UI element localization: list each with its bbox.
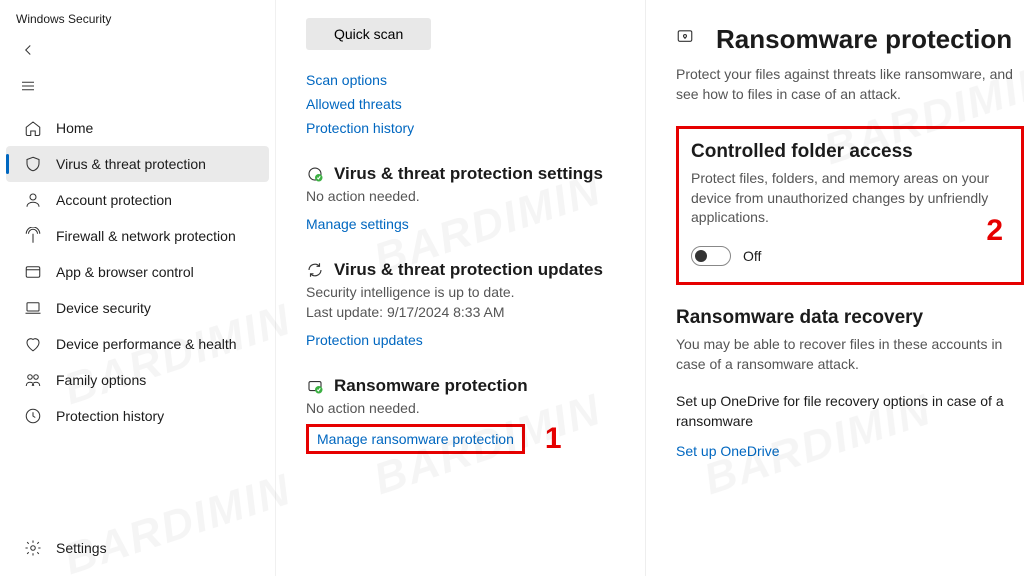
page-title: Ransomware protection [716,24,1012,55]
arrow-left-icon [19,41,37,59]
vtp-settings-heading: Virus & threat protection settings [306,164,615,184]
sidebar-item-settings[interactable]: Settings [6,530,269,566]
right-panel: Ransomware protection Protect your files… [645,0,1024,576]
page-header: Ransomware protection [676,24,1024,55]
recovery-title: Ransomware data recovery [676,307,1024,329]
sidebar-item-label: Home [56,120,93,136]
quick-scan-button[interactable]: Quick scan [306,18,431,50]
annotation-number-1: 1 [545,422,562,456]
sidebar-item-label: Family options [56,372,146,388]
manage-ransomware-link[interactable]: Manage ransomware protection [317,431,514,447]
back-button[interactable] [10,32,46,68]
person-icon [24,191,42,209]
app-icon [24,263,42,281]
scan-options-link[interactable]: Scan options [306,72,615,88]
sidebar-item-label: Account protection [56,192,172,208]
ransomware-subtext: No action needed. [306,400,615,416]
sidebar-item-account[interactable]: Account protection [6,182,269,218]
shield-icon [24,155,42,173]
sidebar-item-label: Settings [56,540,107,556]
allowed-threats-link[interactable]: Allowed threats [306,96,615,112]
recovery-section: Ransomware data recovery You may be able… [676,307,1024,459]
updates-subtext1: Security intelligence is up to date. [306,284,615,300]
manage-settings-link[interactable]: Manage settings [306,216,615,232]
sidebar-item-virus-threat[interactable]: Virus & threat protection [6,146,269,182]
ransomware-icon [306,377,324,395]
heart-icon [24,335,42,353]
sidebar-item-home[interactable]: Home [6,110,269,146]
recovery-description: You may be able to recover files in thes… [676,335,1024,374]
antenna-icon [24,227,42,245]
setup-onedrive-link[interactable]: Set up OneDrive [676,443,1024,459]
center-panel: Quick scan Scan options Allowed threats … [275,0,645,576]
cfa-title: Controlled folder access [691,141,1003,163]
sidebar-item-label: Protection history [56,408,164,424]
sidebar-item-device-security[interactable]: Device security [6,290,269,326]
ransomware-heading: Ransomware protection [306,376,615,396]
home-icon [24,119,42,137]
app-title: Windows Security [0,12,275,32]
settings-check-icon [306,165,324,183]
ransomware-page-icon [676,27,702,53]
updates-subtext2: Last update: 9/17/2024 8:33 AM [306,304,615,320]
vtp-updates-heading: Virus & threat protection updates [306,260,615,280]
sidebar: Windows Security Home Virus & threat pro… [0,0,275,576]
annotation-box-1: Manage ransomware protection [306,424,525,454]
sidebar-item-firewall[interactable]: Firewall & network protection [6,218,269,254]
sidebar-item-label: Device security [56,300,151,316]
sidebar-item-device-health[interactable]: Device performance & health [6,326,269,362]
annotation-number-2: 2 [986,214,1003,248]
history-icon [24,407,42,425]
cfa-description: Protect files, folders, and memory areas… [691,169,1003,228]
onedrive-description: Set up OneDrive for file recovery option… [676,392,1024,431]
sidebar-item-label: Virus & threat protection [56,156,206,172]
sidebar-item-app-browser[interactable]: App & browser control [6,254,269,290]
cfa-toggle[interactable] [691,246,731,266]
sidebar-item-protection-history[interactable]: Protection history [6,398,269,434]
annotation-box-2: Controlled folder access Protect files, … [676,126,1024,285]
section-title: Virus & threat protection updates [334,260,603,280]
sidebar-item-family[interactable]: Family options [6,362,269,398]
section-title: Virus & threat protection settings [334,164,603,184]
nav-list: Home Virus & threat protection Account p… [0,110,275,530]
settings-subtext: No action needed. [306,188,615,204]
hamburger-icon [19,77,37,95]
laptop-icon [24,299,42,317]
section-title: Ransomware protection [334,376,528,396]
sidebar-item-label: Firewall & network protection [56,228,236,244]
family-icon [24,371,42,389]
cfa-toggle-state: Off [743,248,761,264]
refresh-check-icon [306,261,324,279]
page-description: Protect your files against threats like … [676,65,1024,104]
gear-icon [24,539,42,557]
protection-updates-link[interactable]: Protection updates [306,332,615,348]
protection-history-link[interactable]: Protection history [306,120,615,136]
menu-button[interactable] [10,68,46,104]
sidebar-item-label: Device performance & health [56,336,237,352]
sidebar-item-label: App & browser control [56,264,194,280]
